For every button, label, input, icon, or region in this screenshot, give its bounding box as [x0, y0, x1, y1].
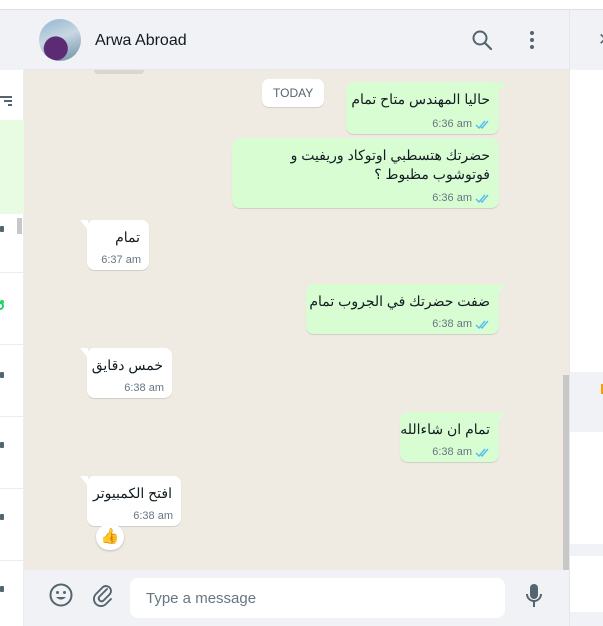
- message-meta: 6:38 am: [432, 318, 491, 330]
- menu-icon[interactable]: [521, 28, 543, 52]
- message-meta: 6:36 am: [432, 192, 491, 204]
- chat-list-divider: [0, 488, 24, 489]
- message-composer: [24, 570, 569, 626]
- message-bubble-outgoing[interactable]: تمام ان شاءالله 6:38 am: [400, 412, 506, 462]
- message-text: حاليا المهندس متاح تمام: [351, 91, 490, 107]
- chat-list-item-marker: [0, 442, 4, 448]
- message-text: افتح الكمبيوتر: [92, 485, 172, 501]
- search-icon[interactable]: [470, 28, 494, 52]
- attach-icon[interactable]: [90, 582, 116, 608]
- message-time: 6:38 am: [432, 318, 472, 330]
- contact-name[interactable]: Arwa Abroad: [95, 32, 187, 50]
- message-bubble-outgoing[interactable]: حضرتك هتسطبي اوتوكاد وريفيت و فوتوشوب مظ…: [232, 138, 499, 208]
- message-text: خمس دقايق: [91, 357, 163, 373]
- contact-info-card: [570, 556, 603, 612]
- chat-list-divider: [0, 416, 24, 417]
- conversation-header[interactable]: Arwa Abroad: [24, 10, 569, 70]
- read-ticks-icon: [475, 448, 489, 457]
- message-reaction[interactable]: 👍: [96, 524, 124, 550]
- message-time: 6:36 am: [432, 118, 472, 130]
- chat-list-item-marker: [0, 226, 4, 232]
- message-time: 6:38 am: [432, 446, 472, 458]
- previous-message-edge: [94, 70, 144, 74]
- message-text: تمام: [115, 229, 140, 245]
- message-bubble-incoming[interactable]: تمام 6:37 am: [80, 220, 149, 270]
- message-bubble-outgoing[interactable]: ضفت حضرتك في الجروب تمام 6:38 am: [306, 284, 506, 334]
- message-meta: 6:36 am: [432, 118, 491, 130]
- message-meta: 6:38 am: [124, 382, 164, 394]
- message-text: ضفت حضرتك في الجروب تمام: [309, 293, 490, 309]
- conversation-panel: Arwa Abroad TODAY حاليا المهندس متاح تما…: [24, 10, 569, 626]
- chat-list-divider: [0, 272, 24, 273]
- chat-list-item-selected[interactable]: [0, 120, 24, 214]
- read-ticks-icon: [475, 120, 489, 129]
- mic-icon[interactable]: [522, 582, 546, 610]
- message-bubble-incoming[interactable]: افتح الكمبيوتر 6:38 am: [80, 476, 181, 526]
- contact-info-card: [570, 70, 603, 372]
- chat-list-item-marker: [0, 586, 4, 592]
- message-time: 6:38 am: [124, 382, 164, 394]
- chat-list-item-marker: [0, 514, 4, 520]
- chat-list-panel: [0, 10, 24, 626]
- message-time: 6:38 am: [133, 510, 173, 522]
- message-bubble-incoming[interactable]: خمس دقايق 6:38 am: [80, 348, 172, 398]
- read-ticks-icon: [475, 194, 489, 203]
- message-meta: 6:38 am: [133, 510, 173, 522]
- message-text: حضرتك هتسطبي اوتوكاد وريفيت و فوتوشوب مظ…: [290, 147, 490, 182]
- message-time: 6:36 am: [432, 192, 472, 204]
- message-bubble-outgoing[interactable]: حاليا المهندس متاح تمام 6:36 am: [346, 82, 506, 134]
- chat-list-divider: [0, 344, 24, 345]
- filter-icon[interactable]: [0, 96, 12, 106]
- emoji-icon[interactable]: [48, 582, 74, 608]
- message-meta: 6:38 am: [432, 446, 491, 458]
- read-ticks-icon: [475, 320, 489, 329]
- contact-info-panel: ✕: [569, 10, 603, 626]
- message-meta: 6:37 am: [101, 254, 141, 266]
- chat-list-item-marker: [0, 372, 4, 378]
- date-divider: TODAY: [262, 79, 325, 107]
- contact-avatar[interactable]: [39, 19, 81, 61]
- message-input[interactable]: [130, 578, 505, 618]
- message-text: تمام ان شاءالله: [400, 421, 490, 437]
- chat-list-divider: [0, 560, 24, 561]
- chat-list-header: [0, 10, 24, 70]
- whatsapp-window: Arwa Abroad TODAY حاليا المهندس متاح تما…: [0, 0, 603, 626]
- message-list[interactable]: TODAY حاليا المهندس متاح تمام 6:36 am حض…: [24, 70, 569, 570]
- contact-info-card: [570, 432, 603, 544]
- close-icon[interactable]: ✕: [598, 30, 603, 50]
- message-time: 6:37 am: [101, 254, 141, 266]
- unread-badge: [0, 302, 4, 310]
- chat-list-scrollbar[interactable]: [17, 218, 22, 234]
